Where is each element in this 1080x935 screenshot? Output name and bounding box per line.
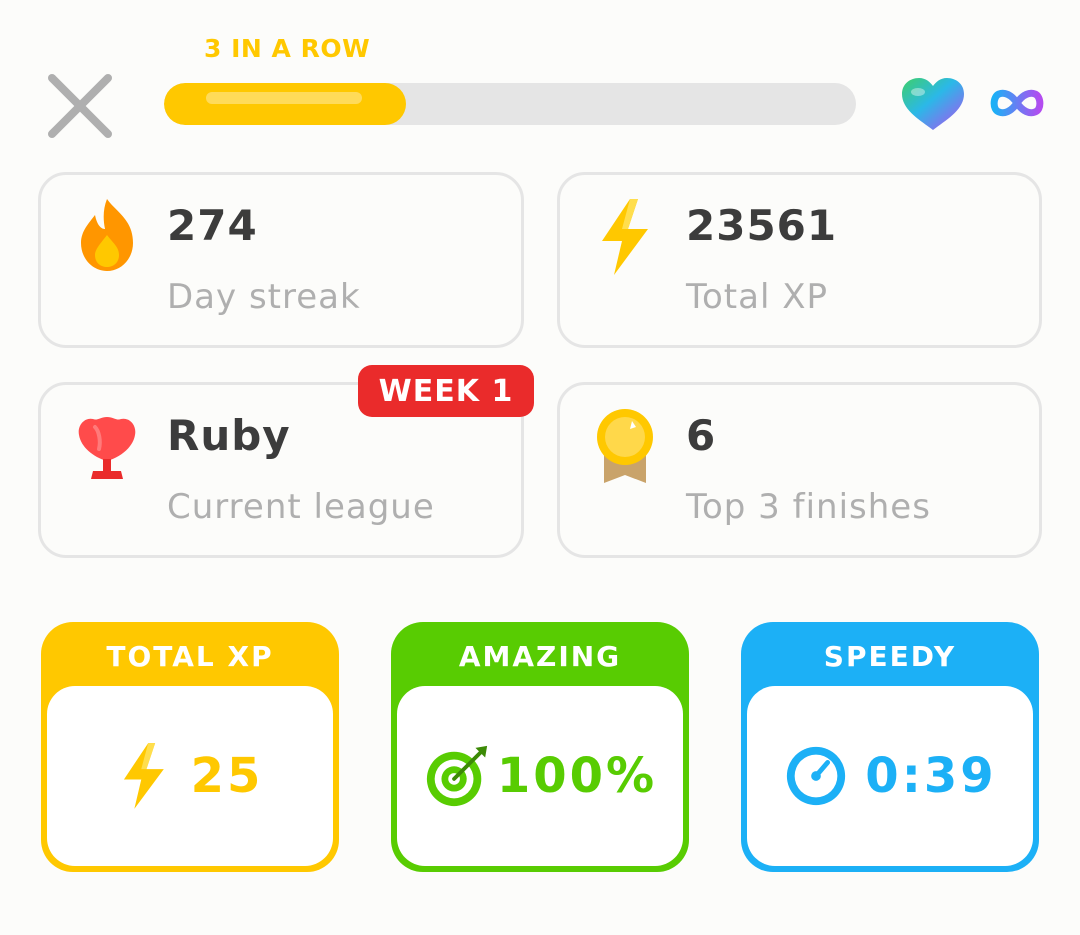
infinity-icon	[990, 89, 1044, 117]
result-total-xp-value: 25	[190, 748, 264, 804]
streak-label: 3 IN A ROW	[204, 34, 371, 63]
result-speedy-title: SPEEDY	[823, 640, 957, 673]
streak-count: 274	[167, 201, 258, 250]
week-badge: WEEK 1	[358, 365, 534, 417]
stat-card-day-streak: 274 Day streak	[38, 172, 524, 348]
result-total-xp-body: 25	[47, 686, 333, 866]
result-total-xp-title: TOTAL XP	[106, 640, 274, 673]
progress-shine	[206, 92, 362, 104]
close-icon[interactable]	[44, 70, 116, 142]
league-name: Ruby	[167, 411, 291, 460]
fire-icon	[81, 199, 133, 271]
result-amazing-value: 100%	[496, 748, 658, 804]
result-total-xp: TOTAL XP 25	[41, 622, 339, 872]
lesson-progress-bar	[164, 83, 856, 125]
league-label: Current league	[167, 487, 435, 527]
stopwatch-icon	[787, 746, 846, 806]
total-xp-label: Total XP	[686, 277, 829, 317]
progress-fill	[164, 83, 407, 125]
target-icon	[426, 745, 487, 807]
stat-card-total-xp: 23561 Total XP	[557, 172, 1042, 348]
result-speedy: SPEEDY 0:39	[741, 622, 1039, 872]
heart-icon	[902, 78, 964, 130]
result-amazing: AMAZING 100%	[391, 622, 689, 872]
lightning-icon	[602, 199, 648, 275]
result-amazing-title: AMAZING	[458, 640, 622, 673]
ruby-trophy-icon	[78, 417, 136, 479]
gold-medal-icon	[597, 409, 653, 483]
streak-label-text: Day streak	[167, 277, 361, 317]
total-xp-count: 23561	[686, 201, 838, 250]
top3-count: 6	[686, 411, 717, 460]
lightning-icon	[123, 743, 164, 809]
result-speedy-body: 0:39	[747, 686, 1033, 866]
stat-card-top3: 6 Top 3 finishes	[557, 382, 1042, 558]
result-speedy-value: 0:39	[865, 748, 997, 804]
result-amazing-body: 100%	[397, 686, 683, 866]
top3-label: Top 3 finishes	[686, 487, 931, 527]
